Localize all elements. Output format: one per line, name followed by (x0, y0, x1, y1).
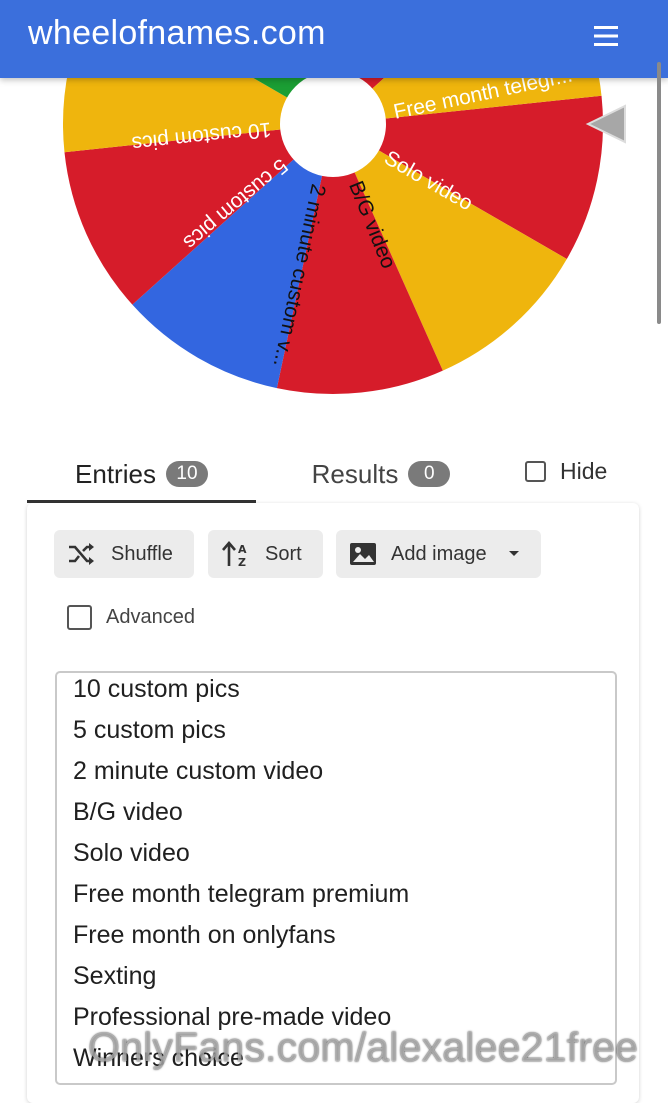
app-title[interactable]: wheelofnames.com (28, 14, 326, 53)
sort-icon: A Z (222, 541, 247, 568)
hide-checkbox[interactable] (525, 461, 546, 482)
menu-icon[interactable] (592, 22, 620, 50)
add-image-button[interactable]: Add image (336, 530, 541, 578)
wheel-center[interactable] (280, 71, 386, 177)
shuffle-label: Shuffle (111, 542, 173, 565)
entry-line: 5 custom pics (73, 716, 226, 744)
app-bar: wheelofnames.com (0, 0, 668, 78)
svg-text:Z: Z (238, 556, 246, 568)
tab-bar: Entries 10 Results 0 Hide (27, 448, 639, 504)
entries-count-badge: 10 (165, 461, 208, 487)
advanced-checkbox[interactable] (67, 605, 92, 630)
hide-label: Hide (560, 458, 608, 484)
shuffle-icon (69, 543, 94, 565)
tab-results[interactable]: Results 0 (256, 448, 506, 500)
tab-results-label: Results (311, 458, 399, 489)
entry-line: 10 custom pics (73, 675, 240, 703)
results-count-badge: 0 (408, 461, 451, 487)
svg-text:A: A (238, 543, 247, 556)
entry-line: Free month telegram premium (73, 880, 410, 908)
chevron-down-icon (508, 551, 519, 556)
tab-entries[interactable]: Entries 10 (27, 448, 256, 503)
hide-toggle[interactable]: Hide (525, 458, 607, 485)
watermark: OnlyFans.com/alexalee21free (88, 1024, 639, 1070)
scrollbar[interactable] (657, 62, 661, 324)
entries-panel: Shuffle A Z Sort Add image Advanced 10 c… (27, 503, 639, 1103)
tab-entries-label: Entries (75, 458, 156, 489)
sort-label: Sort (265, 542, 302, 565)
entry-line: Free month on onlyfans (73, 921, 336, 949)
add-image-label: Add image (391, 542, 487, 565)
advanced-toggle[interactable]: Advanced (67, 605, 195, 630)
image-icon (350, 543, 376, 565)
advanced-label: Advanced (106, 606, 195, 628)
entry-line: Sexting (73, 962, 157, 990)
entry-line: 2 minute custom video (73, 757, 324, 785)
sort-button[interactable]: A Z Sort (208, 530, 323, 578)
entry-line: B/G video (73, 798, 183, 826)
entry-line: Solo video (73, 839, 190, 867)
entries-textarea[interactable]: 10 custom pics 5 custom pics 2 minute cu… (55, 671, 617, 1085)
shuffle-button[interactable]: Shuffle (54, 530, 194, 578)
